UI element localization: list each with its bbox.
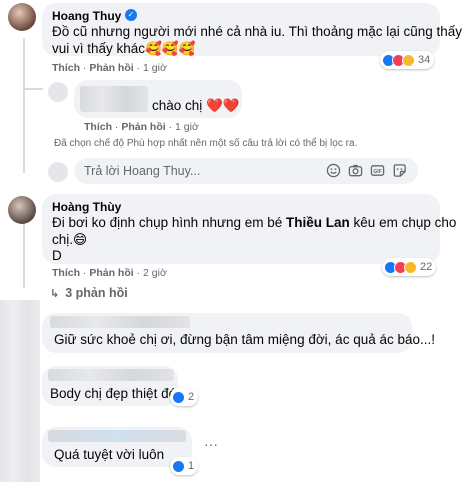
reply-input-placeholder: Trả lời Hoang Thuy...	[84, 164, 201, 178]
reply-button[interactable]: Phản hồi	[89, 267, 133, 279]
reply-avatar[interactable]	[48, 82, 68, 102]
thread-line-curve	[23, 88, 43, 90]
reaction-count: 1	[188, 460, 195, 472]
separator: ·	[82, 62, 87, 74]
comment-text-line2: vui vì thấy khác🥰🥰🥰	[52, 41, 196, 56]
comment-author-blurred	[48, 369, 174, 381]
comment-actions: Thích · Phản hồi · 2 giờ	[52, 267, 167, 279]
filter-notice: Đã chọn chế độ Phù hợp nhất nên một số c…	[54, 138, 358, 149]
reply-button[interactable]: Phản hồi	[121, 121, 165, 133]
reaction-summary[interactable]: 2	[170, 388, 199, 406]
reply-text: chào chị ❤️❤️	[152, 98, 240, 113]
like-reaction-icon	[172, 390, 185, 404]
reply-input[interactable]: Trả lời Hoang Thuy... GIF	[74, 158, 418, 184]
comment-bubble: Giữ sức khoẻ chị ơi, đừng bận tâm miệng …	[42, 313, 435, 353]
timestamp[interactable]: 2 giờ	[143, 267, 167, 279]
comment-bubble: Hoàng Thùy Đi bơi ko định chụp hình nhưn…	[42, 194, 456, 264]
separator: ·	[168, 121, 173, 133]
reaction-count: 22	[420, 261, 433, 273]
avatar-blurred	[0, 300, 40, 482]
avatar[interactable]	[8, 3, 36, 31]
like-reaction-icon	[172, 459, 185, 473]
emoji-icon[interactable]	[326, 163, 341, 178]
reaction-summary[interactable]: 22	[382, 258, 437, 276]
like-button[interactable]: Thích	[52, 267, 80, 279]
reply-actions: Thích · Phản hồi · 1 giờ	[84, 121, 199, 133]
comment-text: Đồ cũ nhưng người mới nhé cả nhà iu. Thì…	[52, 24, 463, 39]
sticker-icon[interactable]	[392, 163, 407, 178]
view-replies-link[interactable]: ↳ 3 phản hồi	[50, 286, 128, 300]
comment-actions: Thích · Phản hồi · 1 giờ	[52, 62, 167, 74]
comment-text: Giữ sức khoẻ chị ơi, đừng bận tâm miệng …	[54, 332, 436, 347]
comment-text-line3: D	[52, 248, 62, 263]
timestamp[interactable]: 1 giờ	[175, 121, 199, 133]
comment-text-part: kêu em chụp cho	[349, 215, 457, 230]
comment-text: Đi bơi ko định chụp hình nhưng em bé Thi…	[52, 214, 456, 231]
like-button[interactable]: Thích	[52, 62, 80, 74]
more-options-icon[interactable]: ···	[204, 436, 218, 452]
current-user-avatar	[48, 162, 68, 182]
avatar[interactable]	[8, 196, 36, 224]
separator: ·	[136, 267, 141, 279]
thread-line	[23, 38, 25, 173]
reaction-summary[interactable]: 1	[170, 457, 199, 475]
timestamp[interactable]: 1 giờ	[143, 62, 167, 74]
comment-author-blurred	[50, 316, 190, 328]
verified-icon: ✓	[125, 9, 137, 21]
gif-icon[interactable]: GIF	[370, 163, 385, 178]
reaction-summary[interactable]: 34	[380, 51, 435, 69]
comment-author-blurred	[48, 430, 186, 442]
separator: ·	[136, 62, 141, 74]
comment-text-line2: chị.😄	[52, 232, 88, 247]
svg-text:GIF: GIF	[373, 169, 382, 175]
haha-reaction-icon	[404, 260, 417, 274]
reply-bubble: chào chị ❤️❤️	[74, 80, 242, 118]
comment-text: Body chị đẹp thiệt đó	[50, 386, 177, 401]
reaction-count: 34	[418, 54, 431, 66]
comment-text-part: Đi bơi ko định chụp hình nhưng em bé	[52, 215, 287, 230]
reaction-count: 2	[188, 391, 195, 403]
reply-arrow-icon: ↳	[50, 288, 60, 300]
separator: ·	[82, 267, 87, 279]
comment-bubble: Hoang Thuy ✓ Đồ cũ nhưng người mới nhé c…	[42, 3, 462, 56]
comment-bubble: Quá tuyệt vời luôn	[42, 427, 192, 467]
like-button[interactable]: Thích	[84, 121, 112, 133]
separator: ·	[114, 121, 119, 133]
camera-icon[interactable]	[348, 163, 363, 178]
comment-author[interactable]: Hoàng Thùy	[52, 200, 121, 214]
comment-text: Quá tuyệt vời luôn	[54, 447, 165, 462]
haha-reaction-icon	[402, 53, 415, 67]
comment-author[interactable]: Hoang Thuy	[52, 9, 121, 23]
view-replies-label: 3 phản hồi	[65, 286, 128, 300]
reply-button[interactable]: Phản hồi	[89, 62, 133, 74]
comment-bubble: Body chị đẹp thiệt đó	[42, 366, 178, 406]
reply-author-blurred	[80, 86, 148, 112]
tagged-user-link[interactable]: Thiều Lan	[286, 215, 350, 230]
